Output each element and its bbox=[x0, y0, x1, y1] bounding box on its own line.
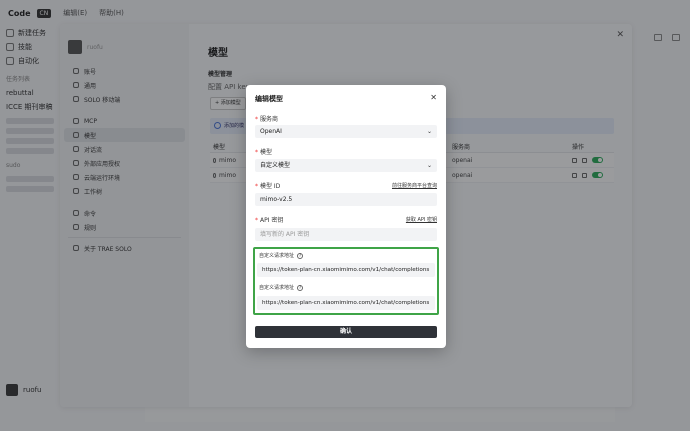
model-id-input[interactable]: mimo-v2.5 bbox=[255, 193, 437, 206]
model-label: * 模型 bbox=[255, 149, 273, 156]
help-icon[interactable]: ? bbox=[297, 284, 304, 291]
confirm-button[interactable]: 确认 bbox=[255, 326, 437, 338]
custom-url-input[interactable]: https://token-plan-cn.xiaomimimo.com/v1/… bbox=[257, 263, 435, 277]
model-id-label: * 模型 ID bbox=[255, 183, 281, 190]
api-key-input[interactable]: 填写新的 API 密钥 bbox=[255, 228, 437, 241]
help-icon[interactable]: ? bbox=[297, 252, 304, 259]
get-api-key-link[interactable]: 获取 API 密钥 bbox=[406, 216, 437, 223]
close-icon[interactable]: ✕ bbox=[430, 93, 437, 102]
provider-label: * 服务商 bbox=[255, 116, 279, 123]
dialog-title: 编辑模型 bbox=[255, 95, 283, 103]
chevron-down-icon: ⌄ bbox=[426, 162, 432, 169]
custom-url-label: 自定义请求地址 ? bbox=[259, 252, 304, 259]
custom-url-input[interactable]: https://token-plan-cn.xiaomimimo.com/v1/… bbox=[257, 296, 435, 310]
custom-url-highlight: 自定义请求地址 ? https://token-plan-cn.xiaomimi… bbox=[253, 247, 439, 315]
edit-model-dialog: 编辑模型 ✕ * 服务商 OpenAI ⌄ * 模型 自定义模型 ⌄ * 模型 ID … bbox=[246, 85, 446, 348]
custom-url-label: 自定义请求地址 ? bbox=[259, 284, 304, 291]
model-select[interactable]: 自定义模型 ⌄ bbox=[255, 159, 437, 172]
provider-platform-link[interactable]: 前往服务商平台查询 bbox=[392, 182, 437, 189]
chevron-down-icon: ⌄ bbox=[426, 128, 432, 135]
provider-select[interactable]: OpenAI ⌄ bbox=[255, 125, 437, 138]
api-key-label: * API 密钥 bbox=[255, 217, 284, 224]
